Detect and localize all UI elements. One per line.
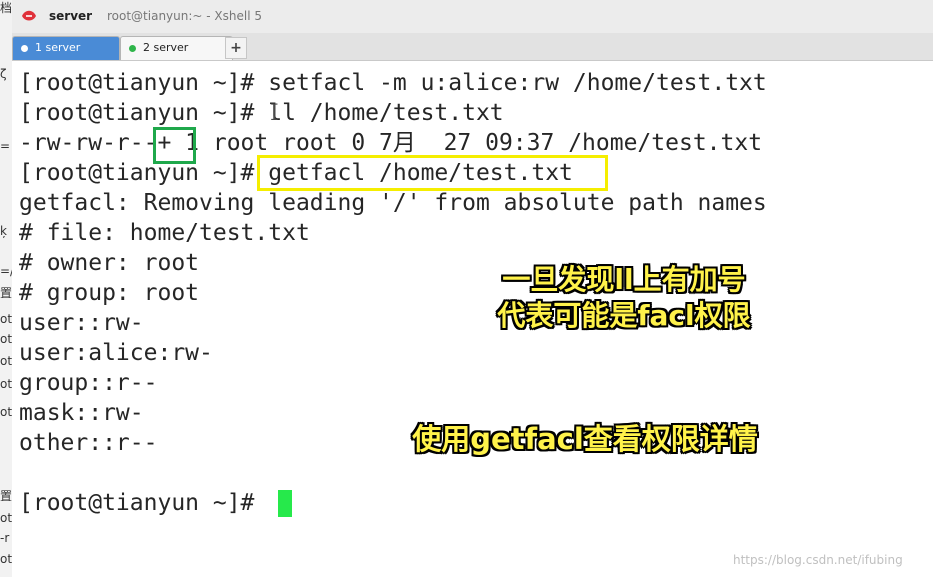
- terminal-line: mask::rw-: [19, 400, 144, 426]
- terminal-line: # group: root: [19, 280, 200, 306]
- watermark: https://blog.csdn.net/ifubing: [733, 553, 903, 567]
- terminal-line: -rw-rw-r--+ 1 root root 0 7月 27 09:37 /h…: [19, 130, 763, 156]
- strip-fragment: ot: [0, 405, 12, 419]
- strip-fragment: ot: [0, 511, 12, 525]
- text-cursor-icon: I: [270, 101, 279, 126]
- background-window-strip: 档 ζ = ķ =/ 置 ot ot ot ot ot 置 ot -r ot: [0, 0, 12, 577]
- annotation-getfacl-note: 使用getfacl查看权限详情: [412, 422, 758, 456]
- strip-fragment: ot: [0, 312, 12, 326]
- strip-fragment: ot: [0, 552, 12, 566]
- strip-fragment: ot: [0, 354, 12, 368]
- strip-fragment: 置: [0, 489, 12, 503]
- terminal-line: group::r--: [19, 370, 158, 396]
- strip-fragment: ot: [0, 332, 12, 346]
- strip-fragment: -r: [0, 531, 10, 545]
- strip-fragment: ķ: [0, 224, 7, 238]
- annotation-plus-sign-note: 一旦发现ll上有加号 代表可能是facl权限: [470, 262, 778, 334]
- terminal-line: getfacl: Removing leading '/' from absol…: [19, 190, 767, 216]
- strip-fragment: =/: [0, 264, 12, 278]
- add-tab-button[interactable]: +: [225, 37, 247, 59]
- terminal-line: # owner: root: [19, 250, 200, 276]
- tab-label: 2 server: [143, 41, 189, 54]
- connection-status-icon: [129, 45, 136, 52]
- strip-fragment: =: [0, 139, 11, 153]
- terminal-line: user::rw-: [19, 310, 144, 336]
- title-bar[interactable]: server root@tianyun:~ - Xshell 5: [12, 0, 933, 33]
- getfacl-command-highlight-box: [257, 155, 608, 191]
- annotation-line: 一旦发现ll上有加号: [502, 263, 746, 296]
- annotation-line: 代表可能是facl权限: [497, 299, 751, 332]
- terminal-prompt-line: [root@tianyun ~]#: [19, 490, 269, 516]
- strip-fragment: ot: [0, 377, 12, 391]
- terminal-line: [root@tianyun ~]# ll /home/test.txt: [19, 100, 504, 126]
- strip-fragment: 档: [0, 1, 12, 15]
- tab-session-2[interactable]: 2 server: [120, 36, 233, 60]
- tab-session-1[interactable]: 1 server: [12, 36, 120, 60]
- window-title: root@tianyun:~ - Xshell 5: [107, 9, 263, 23]
- plus-sign-highlight-box: [153, 127, 196, 164]
- strip-fragment: 置: [0, 286, 12, 300]
- terminal-line: user:alice:rw-: [19, 340, 213, 366]
- tab-bar: 1 server 2 server +: [12, 33, 933, 61]
- xshell-logo-icon: [22, 10, 36, 21]
- strip-fragment: ζ: [0, 67, 7, 81]
- terminal-cursor: [278, 490, 292, 517]
- tab-label: 1 server: [35, 41, 81, 54]
- connection-status-icon: [21, 45, 28, 52]
- terminal-line: [root@tianyun ~]# setfacl -m u:alice:rw …: [19, 70, 767, 96]
- terminal-line: other::r--: [19, 430, 158, 456]
- app-name: server: [49, 9, 93, 23]
- terminal-line: # file: home/test.txt: [19, 220, 310, 246]
